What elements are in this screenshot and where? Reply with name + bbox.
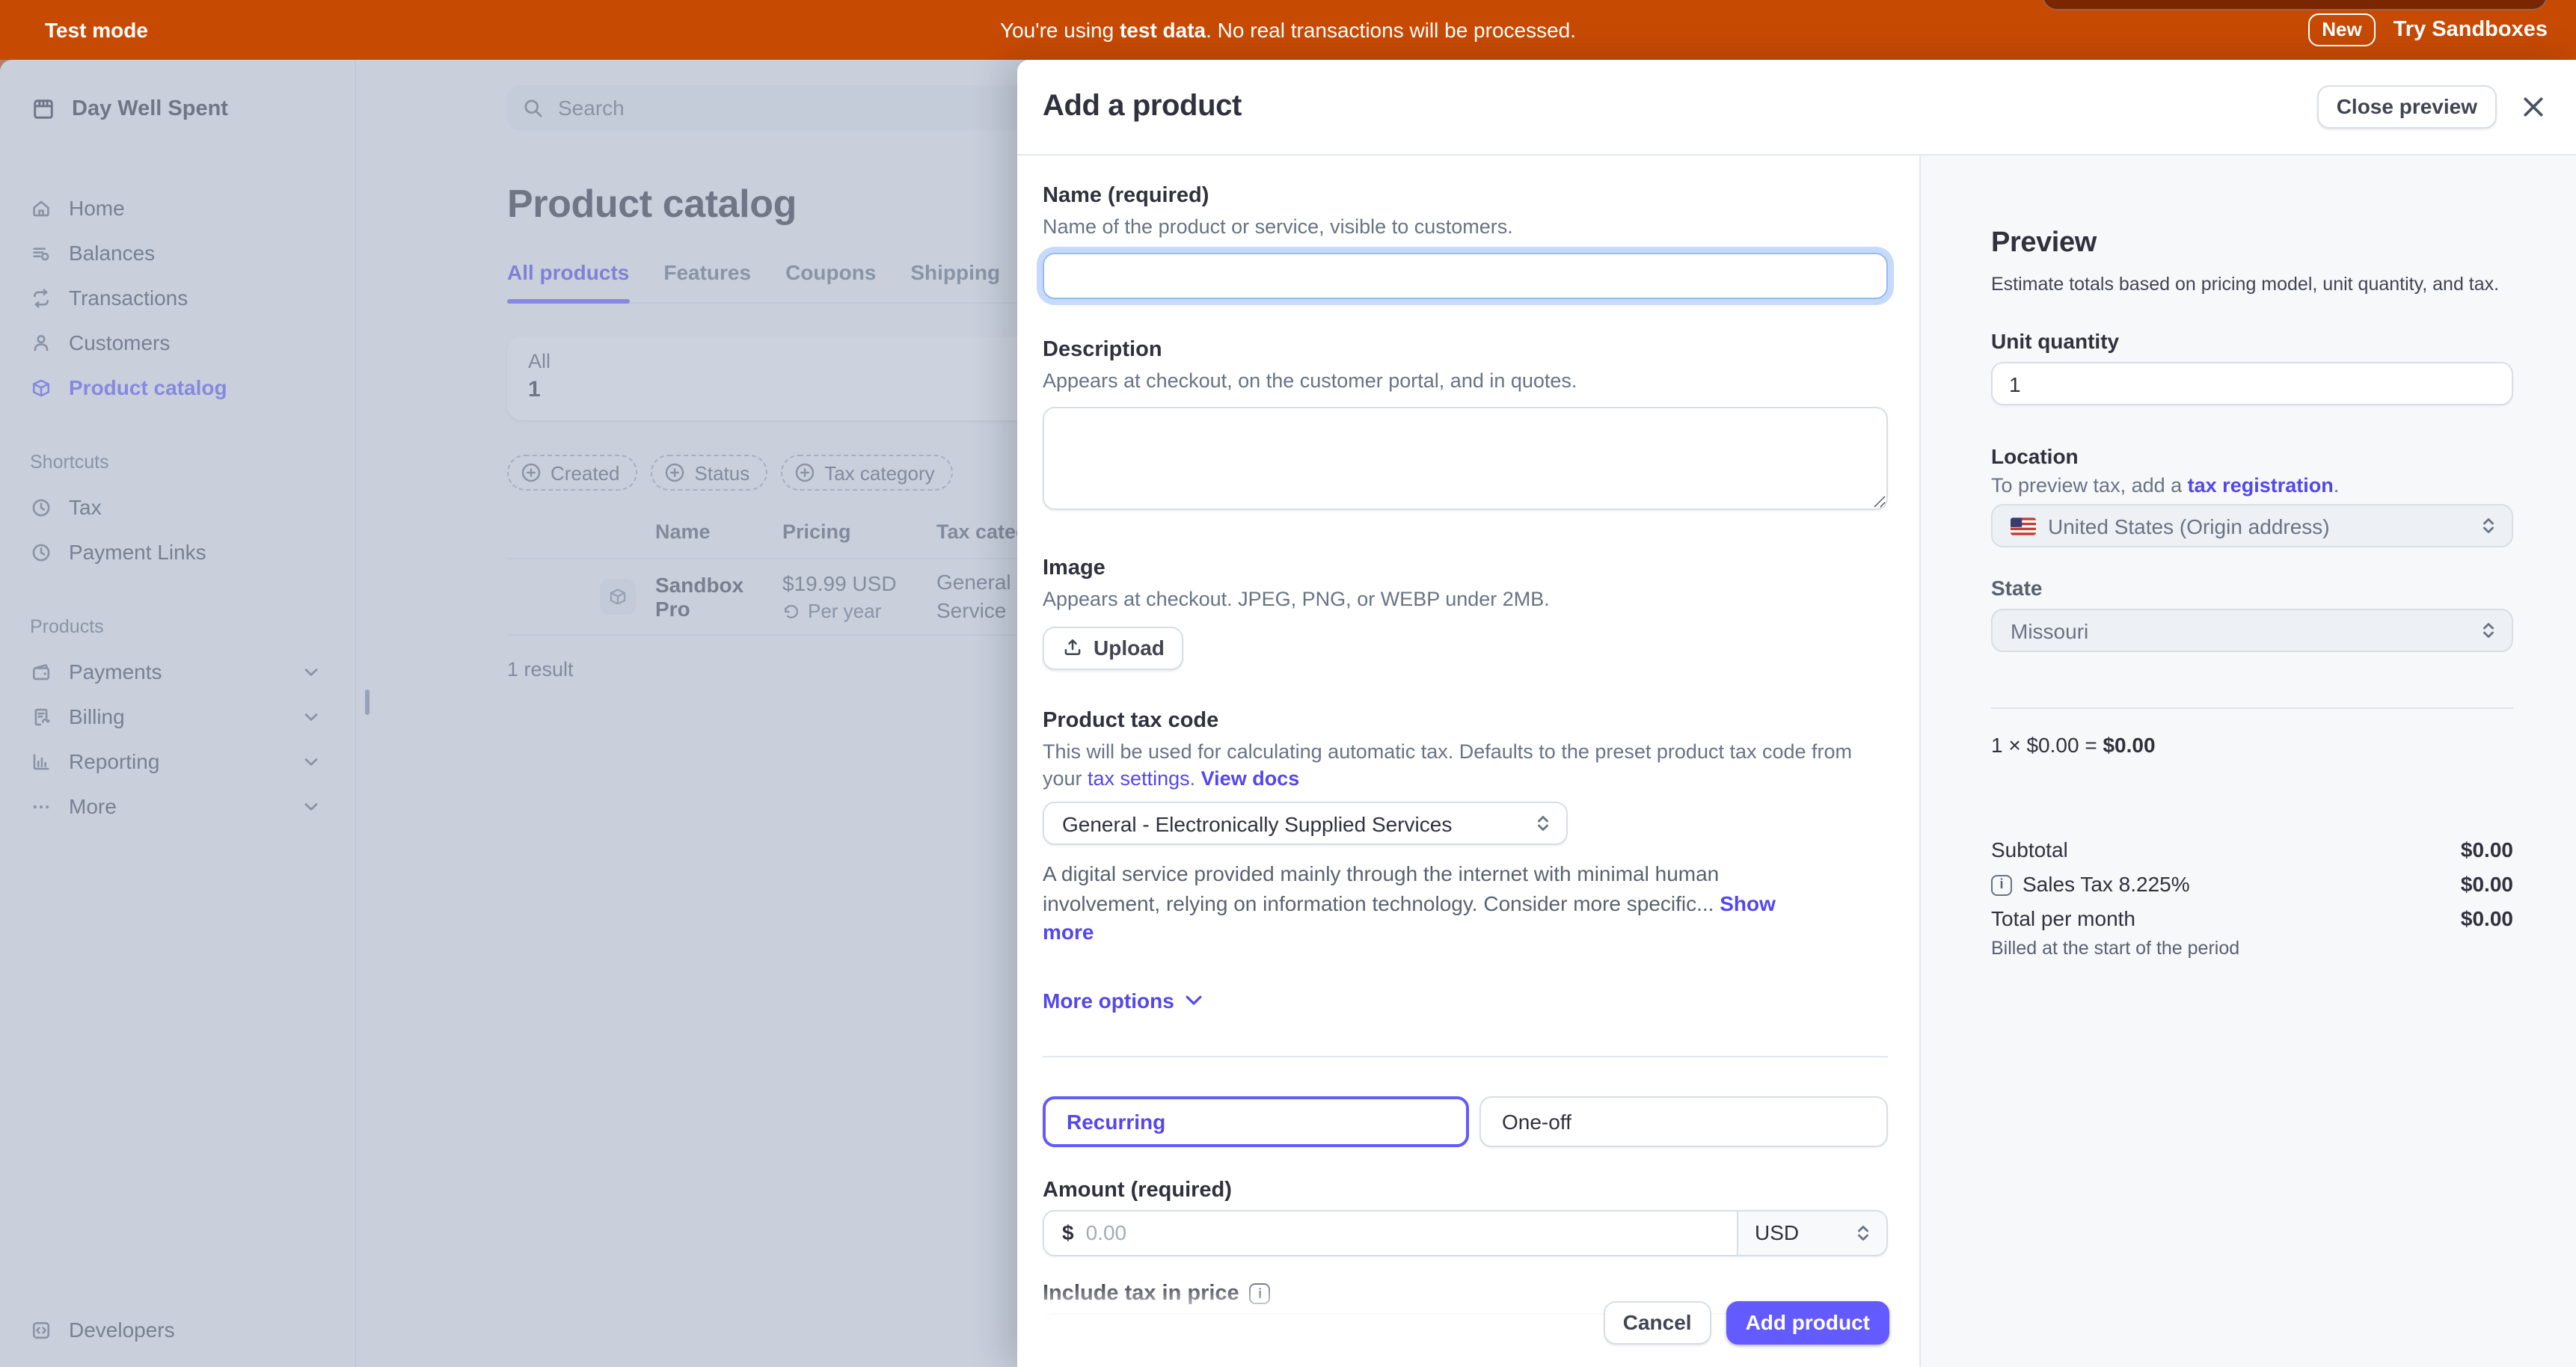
test-mode-label: Test mode (45, 18, 148, 42)
amount-label: Amount (required) (1043, 1178, 1888, 1202)
name-input[interactable] (1043, 253, 1888, 299)
name-label: Name (required) (1043, 184, 1888, 208)
unit-quantity-input[interactable] (1991, 362, 2513, 405)
product-form: Name (required) Name of the product or s… (1017, 156, 1919, 1367)
description-field-group: Description Appears at checkout, on the … (1043, 338, 1888, 517)
state-label: State (1991, 576, 2513, 600)
upload-icon (1062, 637, 1083, 658)
tax-code-field-group: Product tax code This will be used for c… (1043, 709, 1888, 947)
stripe-dashboard: Test mode You're using test data. No rea… (0, 0, 2576, 1367)
image-helper: Appears at checkout. JPEG, PNG, or WEBP … (1043, 586, 1888, 613)
modal-header: Add a product Close preview (1017, 60, 2576, 156)
billing-note: Billed at the start of the period (1991, 938, 2513, 959)
preview-title: Preview (1991, 227, 2513, 260)
stepper-icon (1533, 814, 1553, 833)
close-preview-button[interactable]: Close preview (2317, 85, 2497, 129)
new-badge: New (2308, 13, 2375, 46)
description-textarea[interactable] (1043, 407, 1888, 510)
preview-subtitle: Estimate totals based on pricing model, … (1991, 274, 2513, 295)
info-icon[interactable]: i (1991, 874, 2012, 895)
more-options-toggle[interactable]: More options (1043, 988, 1203, 1012)
section-divider (1043, 1055, 1888, 1057)
sales-tax-row: i Sales Tax 8.225% $0.00 (1991, 867, 2513, 902)
state-select[interactable]: Missouri (1991, 609, 2513, 652)
preview-panel: Preview Estimate totals based on pricing… (1919, 156, 2576, 1367)
modal-title: Add a product (1043, 90, 1242, 124)
try-sandboxes-button[interactable]: Try Sandboxes (2393, 18, 2548, 42)
tax-code-description: A digital service provided mainly throug… (1043, 860, 1813, 947)
upload-button[interactable]: Upload (1043, 627, 1184, 670)
currency-symbol: $ (1062, 1220, 1074, 1244)
location-group: Location To preview tax, add a tax regis… (1991, 444, 2513, 547)
tax-code-label: Product tax code (1043, 709, 1888, 733)
banner-message: You're using test data. No real transact… (1000, 0, 1576, 60)
totals-summary: Subtotal $0.00 i Sales Tax 8.225% $0.00 … (1991, 833, 2513, 959)
stepper-icon (1853, 1223, 1873, 1242)
recurring-option[interactable]: Recurring (1043, 1096, 1469, 1146)
unit-quantity-group: Unit quantity (1991, 329, 2513, 405)
view-docs-link[interactable]: View docs (1201, 767, 1300, 790)
description-helper: Appears at checkout, on the customer por… (1043, 368, 1888, 395)
cancel-button[interactable]: Cancel (1604, 1300, 1711, 1344)
state-group: State Missouri (1991, 576, 2513, 652)
tax-registration-link[interactable]: tax registration (2188, 474, 2334, 497)
modal-footer: Cancel Add product (1017, 1280, 1919, 1367)
subtotal-row: Subtotal $0.00 (1991, 833, 2513, 867)
tax-code-helper: This will be used for calculating automa… (1043, 739, 1888, 793)
location-helper: To preview tax, add a tax registration. (1991, 474, 2513, 497)
pricing-type-toggle: Recurring One-off (1043, 1096, 1888, 1146)
test-mode-banner: Test mode You're using test data. No rea… (0, 0, 2576, 60)
chevron-down-icon (1185, 994, 1203, 1006)
total-per-month-row: Total per month $0.00 (1991, 902, 2513, 936)
stepper-icon (2479, 516, 2498, 535)
image-field-group: Image Appears at checkout. JPEG, PNG, or… (1043, 556, 1888, 670)
tax-settings-link[interactable]: tax settings (1088, 767, 1190, 790)
name-helper: Name of the product or service, visible … (1043, 214, 1888, 241)
add-product-button[interactable]: Add product (1726, 1300, 1889, 1344)
name-field-group: Name (required) Name of the product or s… (1043, 184, 1888, 299)
preview-divider (1991, 707, 2513, 709)
add-product-modal: Add a product Close preview Name (requir… (1017, 60, 2576, 1367)
calculation-line: 1 × $0.00 = $0.00 (1991, 733, 2513, 757)
location-label: Location (1991, 444, 2513, 468)
stepper-icon (2479, 621, 2498, 640)
us-flag-icon (2011, 517, 2036, 535)
close-icon[interactable] (2522, 96, 2545, 118)
amount-field-group: Amount (required) $ USD (1043, 1178, 1888, 1256)
description-label: Description (1043, 338, 1888, 362)
unit-quantity-label: Unit quantity (1991, 329, 2513, 353)
currency-select[interactable]: USD (1737, 1211, 1886, 1254)
image-label: Image (1043, 556, 1888, 580)
amount-input[interactable] (1086, 1220, 1719, 1244)
tax-code-select[interactable]: General - Electronically Supplied Servic… (1043, 802, 1568, 845)
country-select[interactable]: United States (Origin address) (1991, 504, 2513, 547)
one-off-option[interactable]: One-off (1479, 1096, 1888, 1146)
